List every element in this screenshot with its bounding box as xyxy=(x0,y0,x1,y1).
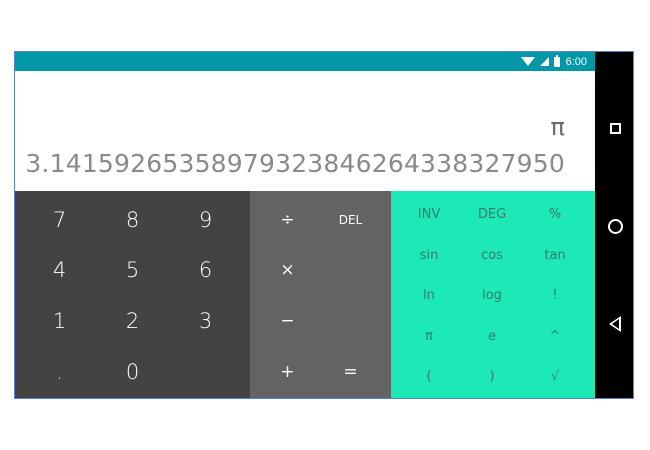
factorial-button[interactable]: ! xyxy=(525,276,585,314)
equals-button[interactable]: = xyxy=(318,349,383,395)
key-6[interactable]: 6 xyxy=(169,247,242,293)
status-bar: 6:00 xyxy=(15,52,595,71)
e-button[interactable]: e xyxy=(462,317,522,355)
sin-button[interactable]: sin xyxy=(399,236,459,274)
calculator-display: π 3.14159265358979323846264338327950 xyxy=(15,71,595,191)
cos-button[interactable]: cos xyxy=(462,236,522,274)
key-4[interactable]: 4 xyxy=(23,247,96,293)
open-paren-button[interactable]: ( xyxy=(399,357,459,395)
back-button[interactable] xyxy=(595,304,633,344)
divide-button[interactable]: ÷ xyxy=(255,197,320,243)
device-screen: 6:00 π 3.1415926535897932384626433832795… xyxy=(14,51,634,399)
deg-button[interactable]: DEG xyxy=(462,195,522,233)
key-0[interactable]: 0 xyxy=(96,349,169,395)
key-3[interactable]: 3 xyxy=(169,298,242,344)
plus-button[interactable]: + xyxy=(255,349,320,395)
minus-button[interactable]: − xyxy=(255,298,320,344)
back-icon xyxy=(609,316,621,332)
key-decimal[interactable]: . xyxy=(23,349,96,395)
status-time: 6:00 xyxy=(565,55,587,68)
recent-apps-icon xyxy=(609,122,621,134)
signal-icon xyxy=(539,57,549,66)
numeric-pad: 7 8 9 4 5 6 1 2 3 . 0 xyxy=(15,191,250,398)
pi-button[interactable]: π xyxy=(399,317,459,355)
key-7[interactable]: 7 xyxy=(23,197,96,243)
ln-button[interactable]: ln xyxy=(399,276,459,314)
key-5[interactable]: 5 xyxy=(96,247,169,293)
key-1[interactable]: 1 xyxy=(23,298,96,344)
home-button[interactable] xyxy=(595,206,633,246)
log-button[interactable]: log xyxy=(462,276,522,314)
tan-button[interactable]: tan xyxy=(525,236,585,274)
battery-icon xyxy=(553,54,560,67)
advanced-pad: INV DEG % sin cos tan ln log ! π e ^ ( )… xyxy=(391,191,595,398)
percent-button[interactable]: % xyxy=(525,195,585,233)
key-9[interactable]: 9 xyxy=(169,197,242,243)
delete-button[interactable]: DEL xyxy=(318,197,383,243)
key-8[interactable]: 8 xyxy=(96,197,169,243)
navigation-bar xyxy=(595,52,633,398)
home-icon xyxy=(607,218,623,234)
key-2[interactable]: 2 xyxy=(96,298,169,344)
formula-text[interactable]: π xyxy=(551,113,565,141)
result-text: 3.14159265358979323846264338327950 xyxy=(25,149,565,178)
operator-pad: ÷ DEL × − + = xyxy=(250,191,391,398)
close-paren-button[interactable]: ) xyxy=(462,357,522,395)
recent-apps-button[interactable] xyxy=(595,108,633,148)
wifi-icon xyxy=(520,57,535,66)
power-button[interactable]: ^ xyxy=(525,317,585,355)
multiply-button[interactable]: × xyxy=(255,247,320,293)
sqrt-button[interactable]: √ xyxy=(525,357,585,395)
inv-button[interactable]: INV xyxy=(399,195,459,233)
